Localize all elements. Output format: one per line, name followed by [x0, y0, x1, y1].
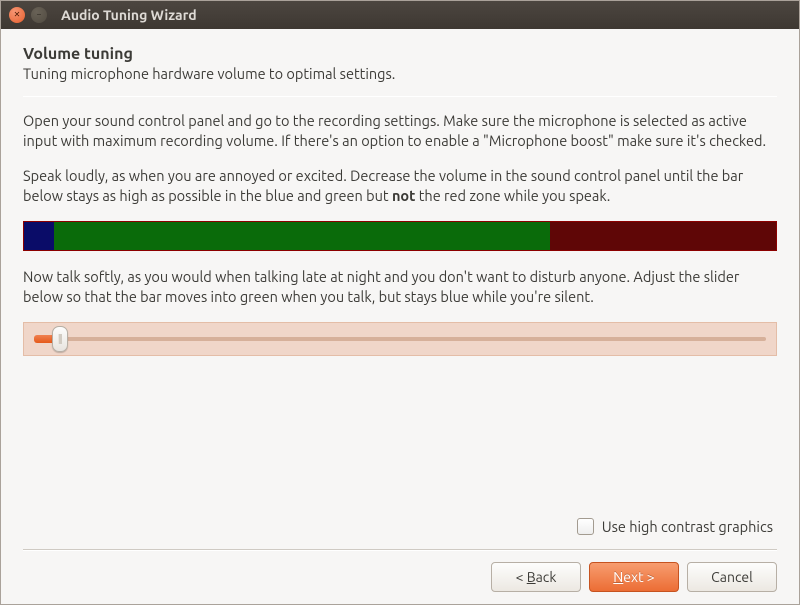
page-subheading: Tuning microphone hardware volume to opt…: [23, 65, 777, 82]
volume-zone-red: [550, 222, 776, 250]
titlebar[interactable]: ✕ – Audio Tuning Wizard: [1, 1, 799, 29]
volume-level-bar: [23, 221, 777, 251]
volume-zone-blue: [24, 222, 54, 250]
para2-pre: Speak loudly, as when you are annoyed or…: [23, 167, 743, 204]
instruction-para-2: Speak loudly, as when you are annoyed or…: [23, 166, 777, 205]
next-button-label: Next >: [613, 569, 654, 585]
high-contrast-label: Use high contrast graphics: [602, 518, 773, 535]
next-button[interactable]: Next >: [589, 562, 679, 592]
back-button[interactable]: < Back: [491, 562, 581, 592]
page-heading: Volume tuning: [23, 45, 777, 63]
high-contrast-checkbox[interactable]: [577, 518, 594, 535]
instruction-para-3: Now talk softly, as you would when talki…: [23, 267, 777, 306]
cancel-button-label: Cancel: [711, 569, 753, 585]
para2-bold: not: [392, 187, 415, 204]
minimize-icon[interactable]: –: [31, 7, 47, 23]
slider-thumb[interactable]: [52, 326, 68, 352]
slider-track: [34, 337, 766, 341]
instruction-para-1: Open your sound control panel and go to …: [23, 111, 777, 150]
volume-zone-green: [54, 222, 550, 250]
window-title: Audio Tuning Wizard: [61, 7, 197, 23]
divider: [23, 96, 777, 97]
wizard-window: ✕ – Audio Tuning Wizard Volume tuning Tu…: [0, 0, 800, 605]
high-contrast-row[interactable]: Use high contrast graphics: [23, 518, 777, 535]
sensitivity-slider[interactable]: [23, 322, 777, 356]
wizard-button-row: < Back Next > Cancel: [23, 549, 777, 592]
window-controls: ✕ –: [9, 7, 47, 23]
para2-post: the red zone while you speak.: [415, 187, 610, 204]
wizard-content: Volume tuning Tuning microphone hardware…: [1, 29, 799, 604]
spacer: [23, 376, 777, 518]
close-icon[interactable]: ✕: [9, 7, 25, 23]
back-button-label: < Back: [516, 569, 557, 585]
cancel-button[interactable]: Cancel: [687, 562, 777, 592]
